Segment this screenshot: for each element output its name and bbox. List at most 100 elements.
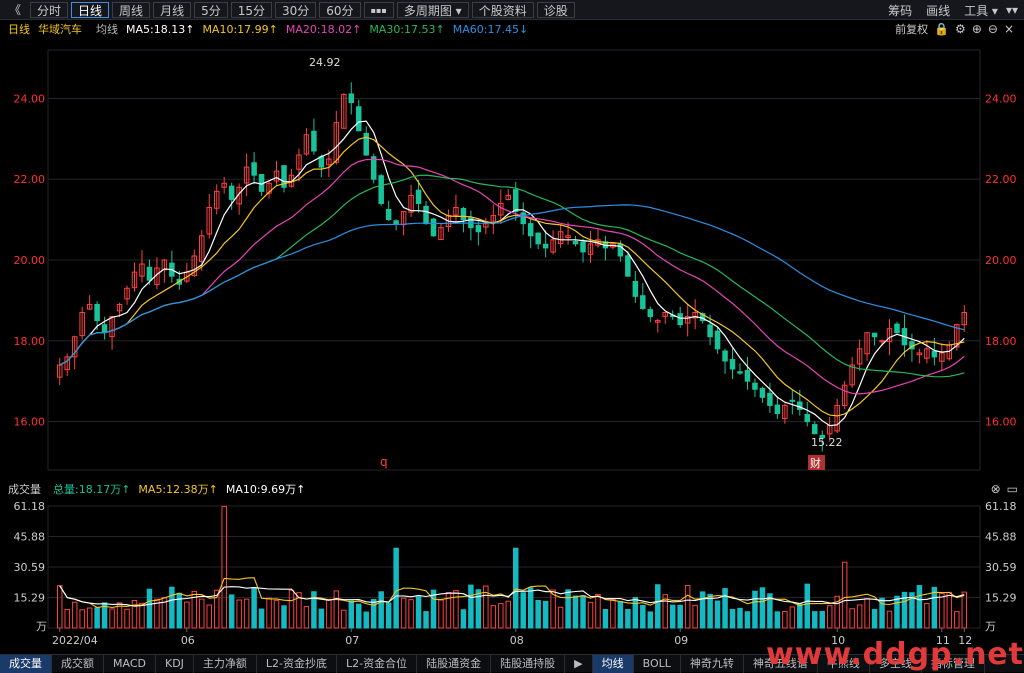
collapse-icon[interactable]: ▾▾	[1006, 3, 1018, 17]
tabs-scroll-right-icon[interactable]: ▶	[565, 654, 593, 673]
indicator-tab[interactable]: 指标管理	[922, 654, 985, 673]
volume-bar	[774, 611, 781, 629]
volume-bar	[655, 584, 661, 629]
volume-tick-right: 45.88	[985, 531, 1017, 544]
volume-bar	[632, 597, 639, 629]
volume-bar	[841, 561, 848, 629]
indicator-tab[interactable]: 成交量	[0, 654, 52, 673]
price-tick-right: 20.00	[985, 254, 1017, 267]
period-tab-5min[interactable]: 5分	[194, 1, 228, 18]
candle	[378, 175, 384, 204]
indicator-tab[interactable]: 均线	[592, 654, 634, 673]
volume-total: 总量:18.17万↑	[53, 483, 131, 496]
candle	[251, 162, 257, 176]
toolbar: 《 分时 日线 周线 月线 5分 15分 30分 60分 ▪▪▪ 多周期图 ▾ …	[0, 0, 1024, 20]
volume-bar	[124, 608, 130, 629]
price-grid	[47, 49, 981, 471]
candle	[527, 223, 534, 237]
period-tab-weekly[interactable]: 周线	[112, 1, 151, 18]
indicator-tab[interactable]: 成交额	[52, 654, 104, 673]
indicator-tab[interactable]: 陆股通持股	[491, 654, 566, 673]
volume-chart[interactable]: 61.18 61.18 45.88 45.88 30.59 30.59 15.29 15.29…	[0, 498, 1024, 654]
price-tick-left: 18.00	[14, 335, 46, 348]
multi-period-label: 多周期图	[403, 3, 452, 18]
draw-line-button[interactable]: 画线	[926, 2, 950, 19]
candle	[632, 280, 639, 297]
volume-bar	[139, 602, 145, 629]
close-icon[interactable]: ×	[1004, 22, 1014, 36]
volume-header: 成交量 总量:18.17万↑ MA5:12.38万↑ MA10:9.69万↑ ⊗…	[0, 480, 1024, 498]
period-tab-daily[interactable]: 日线	[71, 1, 110, 18]
tools-menu[interactable]: 工具 ▾	[964, 2, 998, 19]
candle	[228, 185, 235, 200]
indicator-tab[interactable]: KDJ	[156, 654, 194, 673]
volume-ma10: MA10:9.69万↑	[225, 483, 306, 496]
volume-bar	[782, 611, 788, 629]
adjust-mode[interactable]: 前复权	[895, 21, 928, 37]
candle	[423, 205, 429, 225]
ma20-value: MA20:18.02↑	[285, 22, 362, 36]
volume-expand-icon[interactable]: ▭	[1007, 482, 1018, 496]
indicator-tab[interactable]: MACD	[104, 654, 156, 673]
volume-bar	[692, 604, 698, 629]
volume-tick-left: 15.29	[14, 592, 46, 605]
volume-bar	[707, 593, 713, 629]
diagnose-button[interactable]: 诊股	[536, 1, 575, 18]
price-tick-right: 22.00	[985, 173, 1017, 186]
indicator-tab[interactable]: 陆股通资金	[417, 654, 492, 673]
volume-bar	[759, 587, 766, 629]
indicator-name[interactable]: 均线	[96, 21, 118, 37]
indicator-tab[interactable]: 主力净额	[194, 654, 257, 673]
caret-down-icon: ▾	[455, 3, 462, 18]
volume-bar	[647, 611, 654, 629]
indicator-tab[interactable]: BOLL	[634, 654, 681, 673]
more-periods-button[interactable]: ▪▪▪	[363, 1, 394, 18]
zoom-out-icon[interactable]: ⊖	[988, 22, 998, 36]
event-marker-cai[interactable]: 财	[810, 456, 821, 470]
indicator-tab[interactable]: 神奇五线谱	[744, 654, 818, 673]
volume-bar	[737, 607, 743, 629]
price-chart[interactable]: 24.00 24.00 22.00 22.00 20.00 20.00 18.00 18.00…	[0, 40, 1024, 480]
stock-info-button[interactable]: 个股资料	[471, 1, 534, 18]
volume-bar	[468, 584, 474, 629]
indicator-tab[interactable]: 多空线	[870, 654, 922, 673]
indicator-tab[interactable]: L2-资金抄底	[257, 654, 338, 673]
volume-bar	[894, 595, 900, 629]
volume-bar	[199, 598, 205, 629]
indicator-tabs: 成交量 成交额 MACD KDJ 主力净额 L2-资金抄底 L2-资金合位 陆股通资金 陆股通持…	[0, 654, 1024, 673]
volume-bar	[602, 608, 609, 629]
candle	[714, 330, 721, 350]
multi-period-dropdown[interactable]: 多周期图 ▾	[396, 1, 469, 18]
period-tab-monthly[interactable]: 月线	[153, 1, 192, 18]
chips-button[interactable]: 筹码	[888, 2, 912, 19]
volume-bar	[415, 596, 422, 629]
volume-bar	[856, 604, 863, 629]
event-marker-q[interactable]: q	[380, 455, 388, 469]
indicator-tab[interactable]: 神奇九转	[681, 654, 744, 673]
back-icon[interactable]: 《	[3, 2, 27, 18]
candle	[311, 130, 317, 152]
period-tab-15min[interactable]: 15分	[230, 1, 272, 18]
period-tab-30min[interactable]: 30分	[275, 1, 317, 18]
volume-bar	[288, 589, 295, 629]
volume-bar	[266, 597, 272, 629]
volume-bar	[535, 599, 541, 629]
indicator-tab[interactable]: 牛熊线	[818, 654, 870, 673]
settings-icon[interactable]: ⚙	[955, 22, 966, 36]
lock-icon[interactable]: 🔒	[934, 22, 949, 36]
volume-bar	[886, 610, 893, 629]
volume-bar	[677, 604, 683, 629]
volume-bar	[931, 586, 938, 629]
volume-bar	[385, 602, 392, 629]
volume-bar	[789, 606, 796, 629]
volume-tick-right: 61.18	[985, 500, 1017, 513]
volume-close-icon[interactable]: ⊗	[991, 482, 1001, 496]
indicator-tab[interactable]: L2-资金合位	[337, 654, 418, 673]
period-tab-60min[interactable]: 60分	[319, 1, 361, 18]
period-tab-fenshi[interactable]: 分时	[30, 1, 69, 18]
date-label: 09	[674, 634, 688, 647]
zoom-in-icon[interactable]: ⊕	[972, 22, 982, 36]
volume-bar	[714, 600, 721, 629]
volume-bar	[580, 595, 586, 629]
volume-bar	[565, 589, 571, 629]
